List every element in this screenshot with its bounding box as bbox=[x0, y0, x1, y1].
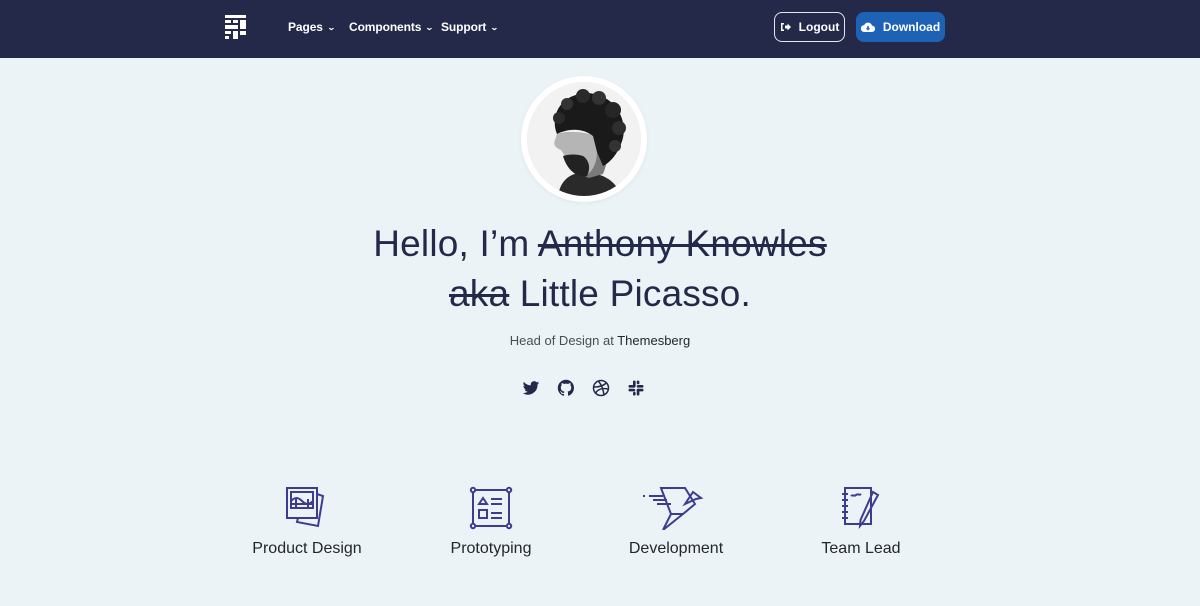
feature-label: Development bbox=[628, 540, 724, 557]
download-label: Download bbox=[882, 20, 941, 34]
nav-pages-label: Pages bbox=[288, 20, 323, 34]
twitter-icon[interactable] bbox=[522, 379, 540, 397]
feature-label: Team Lead bbox=[821, 540, 901, 557]
navbar: Pages ⌄ Components ⌄ Support ⌄ Logout Do… bbox=[0, 0, 1200, 58]
social-links bbox=[522, 379, 645, 397]
headline-line-2: aka Little Picasso. bbox=[0, 273, 1200, 315]
avatar-frame bbox=[521, 76, 647, 202]
avatar bbox=[527, 82, 641, 196]
job-title: Head of Design at Themesberg bbox=[0, 333, 1200, 348]
headline-line-1: Hello, I’m Anthony Knowles bbox=[0, 223, 1200, 265]
nav-components[interactable]: Components ⌄ bbox=[349, 20, 434, 34]
slack-icon[interactable] bbox=[627, 379, 645, 397]
feature-development: Development bbox=[586, 486, 766, 558]
headline-struck-aka: aka bbox=[448, 273, 510, 314]
chevron-down-icon: ⌄ bbox=[326, 22, 336, 32]
brand-logo-icon[interactable] bbox=[225, 15, 246, 39]
feature-label: Prototyping bbox=[450, 540, 532, 557]
chevron-down-icon: ⌄ bbox=[425, 22, 434, 32]
headline-suffix: Little Picasso. bbox=[509, 273, 751, 314]
github-icon[interactable] bbox=[557, 379, 575, 397]
paper-bird-icon bbox=[643, 487, 704, 530]
feature-product-design: Product Design bbox=[217, 486, 397, 558]
nav-components-label: Components bbox=[349, 20, 422, 34]
wireframe-icon bbox=[469, 486, 513, 530]
nav-support[interactable]: Support ⌄ bbox=[441, 20, 499, 34]
logout-button[interactable]: Logout bbox=[774, 12, 845, 42]
avatar-portrait-image bbox=[527, 82, 641, 196]
cloud-download-icon bbox=[860, 22, 875, 32]
company-name: Themesberg bbox=[617, 333, 691, 348]
job-title-prefix: Head of Design at bbox=[509, 333, 618, 348]
download-button[interactable]: Download bbox=[856, 12, 945, 42]
headline-prefix: Hello, I’m bbox=[373, 223, 538, 264]
photos-icon bbox=[286, 487, 325, 528]
nav-support-label: Support bbox=[441, 20, 487, 34]
headline-struck-name: Anthony Knowles bbox=[537, 223, 827, 264]
logout-label: Logout bbox=[798, 20, 840, 34]
feature-label: Product Design bbox=[252, 540, 362, 557]
notebook-pen-icon bbox=[842, 487, 880, 530]
chevron-down-icon: ⌄ bbox=[490, 22, 499, 32]
feature-team-lead: Team Lead bbox=[771, 486, 951, 558]
sign-out-icon bbox=[780, 23, 791, 31]
feature-prototyping: Prototyping bbox=[401, 486, 581, 558]
dribbble-icon[interactable] bbox=[592, 379, 610, 397]
nav-pages[interactable]: Pages ⌄ bbox=[288, 20, 336, 34]
